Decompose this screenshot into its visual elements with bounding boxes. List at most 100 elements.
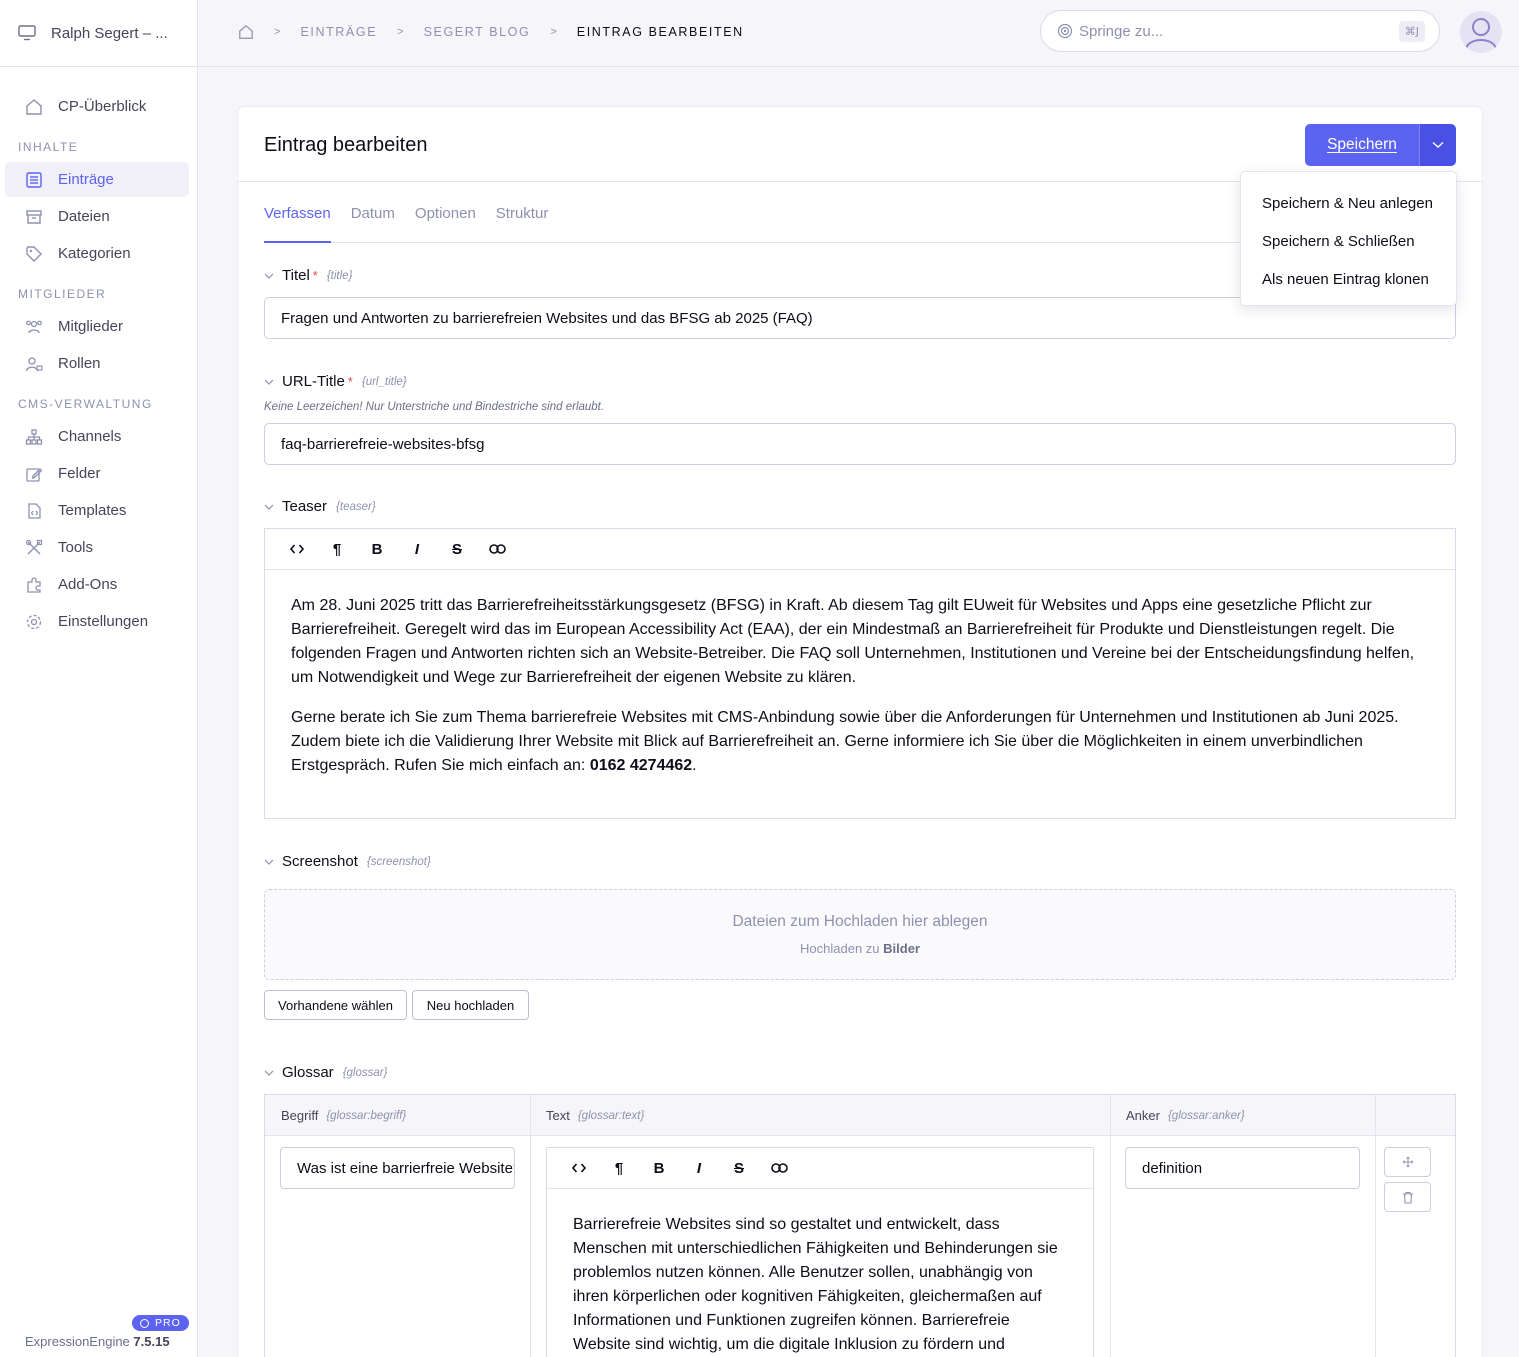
tab-structure[interactable]: Struktur (496, 205, 549, 243)
clone-entry-item[interactable]: Als neuen Eintrag klonen (1241, 260, 1456, 298)
grid-header: Begriff {glossar:begriff} Text {glossar:te… (265, 1095, 1455, 1136)
link-button[interactable] (477, 534, 517, 564)
tab-options[interactable]: Optionen (415, 205, 476, 243)
nav-section-title: CMS-VERWALTUNG (18, 397, 153, 411)
field-short-name: {teaser} (336, 500, 376, 513)
sidebar-item-templates[interactable]: Templates (5, 493, 189, 528)
title-field-label[interactable]: Titel * {title} (264, 267, 352, 284)
monitor-icon (18, 25, 36, 41)
field-short-name: {title} (326, 269, 353, 282)
product-name: ExpressionEngine (25, 1334, 130, 1349)
sidebar-item-label: Mitglieder (58, 318, 124, 335)
user-icon (1465, 18, 1497, 50)
sidebar-item-tools[interactable]: Tools (5, 530, 189, 565)
code-button[interactable] (277, 534, 317, 564)
upload-target: Bilder (883, 941, 920, 956)
users-icon (26, 320, 42, 333)
sidebar-item-members[interactable]: Mitglieder (5, 309, 189, 344)
url-title-instructions: Keine Leerzeichen! Nur Unterstriche und … (264, 401, 605, 413)
chevron-down-icon (264, 1070, 274, 1076)
anker-input[interactable]: definition (1125, 1147, 1360, 1189)
tools-icon (25, 539, 43, 554)
sidebar-item-entries[interactable]: Einträge (5, 162, 189, 197)
teaser-field-label[interactable]: Teaser {teaser} (264, 498, 376, 515)
home-icon[interactable] (238, 24, 254, 40)
italic-button[interactable]: I (679, 1153, 719, 1183)
sidebar-item-roles[interactable]: Rollen (5, 346, 189, 381)
dropzone-text: Dateien zum Hochladen hier ablegen (732, 913, 988, 930)
sidebar-item-label: Add-Ons (58, 576, 118, 593)
puzzle-icon (27, 576, 41, 593)
sidebar-item-categories[interactable]: Kategorien (5, 236, 189, 271)
glossar-text-content[interactable]: Barrierefreie Websites sind so gestaltet… (547, 1189, 1093, 1357)
site-switcher[interactable]: Ralph Segert – ... (0, 0, 197, 67)
delete-row-button[interactable] (1384, 1182, 1431, 1212)
url-title-field-label[interactable]: URL-Title * {url_title} (264, 373, 407, 390)
sidebar-item-label: Rollen (58, 355, 101, 372)
code-icon (290, 544, 304, 554)
jump-placeholder: Springe zu... (1079, 22, 1164, 40)
sidebar-item-files[interactable]: Dateien (5, 199, 189, 234)
field-name: Screenshot (282, 853, 358, 870)
choose-existing-button[interactable]: Vorhandene wählen (264, 990, 407, 1020)
sidebar-item-fields[interactable]: Felder (5, 456, 189, 491)
chevron-down-icon (264, 379, 274, 385)
chevron-down-icon (264, 273, 274, 279)
bold-button[interactable]: B (357, 534, 397, 564)
grid-divider (1110, 1095, 1111, 1357)
breadcrumb-separator: > (274, 26, 281, 38)
screenshot-field-label[interactable]: Screenshot {screenshot} (264, 853, 431, 870)
sidebar-item-channels[interactable]: Channels (5, 419, 189, 454)
link-button[interactable] (759, 1153, 799, 1183)
tab-compose[interactable]: Verfassen (264, 205, 331, 243)
upload-prefix: Hochladen zu (800, 941, 884, 956)
avatar[interactable] (1460, 11, 1502, 53)
grid-column-anker: Anker {glossar:anker} (1110, 1095, 1245, 1136)
save-and-new-item[interactable]: Speichern & Neu anlegen (1241, 184, 1456, 222)
save-options-toggle[interactable] (1419, 124, 1456, 166)
teaser-text-end: . (692, 757, 697, 774)
trash-icon (1402, 1191, 1413, 1204)
teaser-text: Gerne berate ich Sie zum Thema barrieref… (291, 709, 1399, 774)
sidebar-item-addons[interactable]: Add-Ons (5, 567, 189, 602)
field-name: Glossar (282, 1064, 334, 1081)
grid-divider (530, 1095, 531, 1357)
begriff-input[interactable]: Was ist eine barrierfreie Website? (280, 1147, 515, 1189)
sidebar-item-settings[interactable]: Einstellungen (5, 604, 189, 639)
paragraph-button[interactable]: ¶ (599, 1153, 639, 1183)
code-button[interactable] (559, 1153, 599, 1183)
url-title-input[interactable]: faq-barrierefreie-websites-bfsg (264, 423, 1456, 465)
tab-date[interactable]: Datum (351, 205, 395, 243)
glossar-field-label[interactable]: Glossar {glossar} (264, 1064, 387, 1081)
save-and-close-item[interactable]: Speichern & Schließen (1241, 222, 1456, 260)
paragraph-button[interactable]: ¶ (317, 534, 357, 564)
field-name: Teaser (282, 498, 328, 515)
strikethrough-button[interactable]: S (437, 534, 477, 564)
breadcrumb-channel[interactable]: SEGERT BLOG (424, 25, 531, 39)
field-short-name: {url_title} (361, 375, 407, 388)
grid-divider (1375, 1095, 1376, 1357)
teaser-paragraph: Gerne berate ich Sie zum Thema barrieref… (291, 706, 1429, 778)
strikethrough-button[interactable]: S (719, 1153, 759, 1183)
tag-icon (26, 245, 42, 262)
save-button[interactable]: Speichern (1305, 124, 1419, 166)
breadcrumb-entries[interactable]: EINTRÄGE (300, 25, 377, 39)
user-role-icon (25, 356, 43, 371)
sidebar-item-overview[interactable]: CP-Überblick (5, 89, 189, 124)
column-label: Anker (1126, 1108, 1160, 1123)
move-icon (1402, 1156, 1413, 1168)
teaser-content[interactable]: Am 28. Juni 2025 tritt das Barrierefreih… (265, 570, 1455, 802)
sidebar-item-label: Channels (58, 428, 122, 445)
reorder-row-button[interactable] (1384, 1147, 1431, 1177)
file-code-icon (28, 502, 41, 519)
sidebar-item-label: Einträge (58, 171, 114, 188)
jump-search-input[interactable]: Springe zu... ⌘J (1040, 10, 1440, 52)
italic-button[interactable]: I (397, 534, 437, 564)
bold-button[interactable]: B (639, 1153, 679, 1183)
pro-label: PRO (155, 1317, 181, 1329)
file-dropzone[interactable]: Dateien zum Hochladen hier ablegen Hochl… (264, 889, 1456, 980)
chevron-down-icon (1432, 141, 1444, 148)
sidebar-item-label: Kategorien (58, 245, 131, 262)
upload-new-button[interactable]: Neu hochladen (412, 990, 529, 1020)
gear-icon (26, 614, 42, 629)
